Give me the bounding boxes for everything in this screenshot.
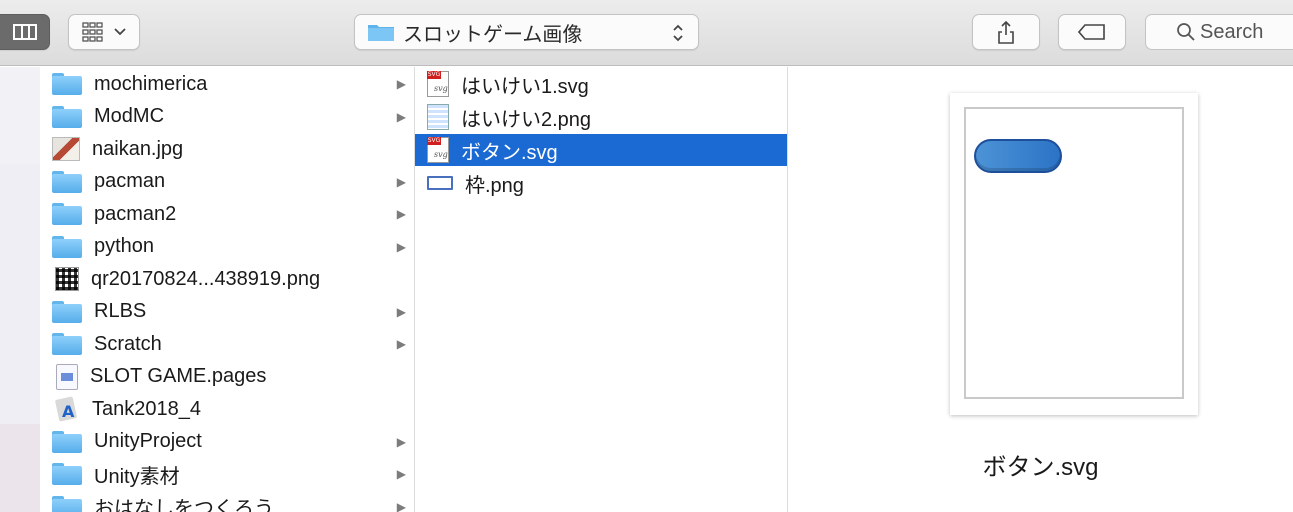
- pages-document-icon: [56, 363, 78, 390]
- frame-image-icon: [427, 176, 453, 190]
- disclosure-arrow-icon: ▶: [396, 434, 406, 449]
- folder-icon: [368, 25, 394, 41]
- folder-icon: [52, 73, 82, 95]
- folder-icon: [52, 463, 82, 485]
- disclosure-arrow-icon: ▶: [396, 174, 406, 189]
- column-parent-folder[interactable]: mochimerica ▶ ModMC ▶ naikan.jpg pacman ▶ pacma…: [0, 67, 414, 512]
- folder-icon: [52, 430, 82, 453]
- tag-button[interactable]: [1058, 14, 1126, 50]
- group-by-button[interactable]: [68, 14, 140, 50]
- list-item-label: pacman2: [94, 202, 177, 225]
- png-file-icon: [427, 104, 449, 130]
- list-item-label: おはなしをつくろう: [94, 498, 274, 512]
- column-gutter-mid: [0, 164, 40, 424]
- disclosure-arrow-icon: ▶: [396, 467, 406, 481]
- search-placeholder: Search: [1200, 20, 1264, 43]
- column-gutter-bottom: [0, 424, 40, 512]
- list-item[interactable]: Scratch ▶: [52, 328, 414, 360]
- path-popup-button[interactable]: スロットゲーム画像: [354, 14, 699, 50]
- columns-view-icon: [12, 24, 37, 40]
- svg-file-icon: [427, 71, 449, 97]
- share-button[interactable]: [972, 14, 1040, 50]
- list-item-label: Unity素材: [94, 465, 180, 488]
- list-item[interactable]: pacman ▶: [52, 166, 414, 198]
- list-item[interactable]: 枠.png: [415, 167, 787, 199]
- list-item[interactable]: ModMC ▶: [52, 101, 414, 133]
- share-icon: [998, 20, 1014, 44]
- list-item-label: mochimerica: [94, 72, 208, 95]
- updown-chevron-icon: [673, 24, 683, 42]
- list-item-label: SLOT GAME.pages: [90, 365, 267, 387]
- list-item-label: naikan.jpg: [92, 137, 184, 160]
- list-item-label: UnityProject: [94, 430, 202, 452]
- disclosure-arrow-icon: ▶: [396, 304, 406, 319]
- list-item-label: qr20170824...438919.png: [91, 267, 321, 290]
- list-item-label: RLBS: [94, 300, 147, 322]
- disclosure-arrow-icon: ▶: [396, 239, 406, 254]
- list-item[interactable]: はいけい1.svg: [415, 68, 787, 100]
- folder-icon: [52, 300, 82, 323]
- application-icon: [54, 396, 80, 422]
- folder-icon: [52, 333, 82, 355]
- qr-code-icon: [55, 267, 79, 291]
- preview-button-graphic: [974, 139, 1062, 173]
- view-columns-button[interactable]: [0, 14, 50, 50]
- image-thumbnail-icon: [52, 137, 80, 161]
- list-item[interactable]: naikan.jpg: [52, 133, 414, 165]
- folder-icon: [52, 170, 82, 193]
- list-item[interactable]: はいけい2.png: [415, 101, 787, 133]
- list-item[interactable]: SLOT GAME.pages: [52, 361, 414, 393]
- list-item-label: Tank2018_4: [92, 397, 201, 420]
- svg-file-icon: [427, 137, 449, 163]
- disclosure-arrow-icon: ▶: [396, 207, 406, 221]
- folder-icon: [52, 203, 82, 225]
- preview-frame: [964, 107, 1184, 399]
- disclosure-arrow-icon: ▶: [396, 337, 406, 351]
- chevron-down-icon: [114, 28, 126, 36]
- folder-icon: [52, 105, 82, 128]
- list-item-label: Scratch: [94, 332, 162, 355]
- list-item-label: はいけい1.svg: [461, 75, 589, 98]
- disclosure-arrow-icon: ▶: [396, 77, 406, 91]
- search-input[interactable]: Search: [1145, 14, 1293, 50]
- search-icon: [1177, 23, 1195, 41]
- list-item[interactable]: Unity素材 ▶: [52, 458, 414, 490]
- list-item-label: 枠.png: [465, 174, 524, 197]
- path-title: スロットゲーム画像: [403, 23, 583, 46]
- group-grid-icon: [82, 22, 103, 42]
- list-item-label: はいけい2.png: [461, 108, 592, 131]
- preview-filename: ボタン.svg: [982, 454, 1099, 481]
- list-item[interactable]: おはなしをつくろう ▶: [52, 491, 414, 512]
- toolbar: スロットゲーム画像 Search: [0, 0, 1293, 66]
- list-item-label: ModMC: [94, 105, 165, 127]
- tag-icon: [1078, 24, 1105, 40]
- list-item-label: ボタン.svg: [461, 141, 558, 164]
- disclosure-arrow-icon: ▶: [396, 499, 406, 512]
- list-item[interactable]: mochimerica ▶: [52, 68, 414, 100]
- preview-pane: ボタン.svg: [788, 67, 1293, 512]
- list-item-label: python: [94, 235, 155, 257]
- list-item[interactable]: python ▶: [52, 231, 414, 263]
- disclosure-arrow-icon: ▶: [396, 109, 406, 124]
- list-item-label: pacman: [94, 170, 166, 192]
- list-item[interactable]: pacman2 ▶: [52, 198, 414, 230]
- list-item[interactable]: UnityProject ▶: [52, 426, 414, 458]
- list-item-selected[interactable]: ボタン.svg: [415, 134, 787, 166]
- folder-icon: [52, 495, 82, 512]
- column-current-folder[interactable]: はいけい1.svg はいけい2.png ボタン.svg 枠.png: [415, 67, 787, 512]
- preview-thumbnail: [950, 93, 1198, 415]
- list-item[interactable]: Tank2018_4: [52, 393, 414, 425]
- folder-icon: [52, 235, 82, 258]
- list-item[interactable]: qr20170824...438919.png: [52, 263, 414, 295]
- list-item[interactable]: RLBS ▶: [52, 296, 414, 328]
